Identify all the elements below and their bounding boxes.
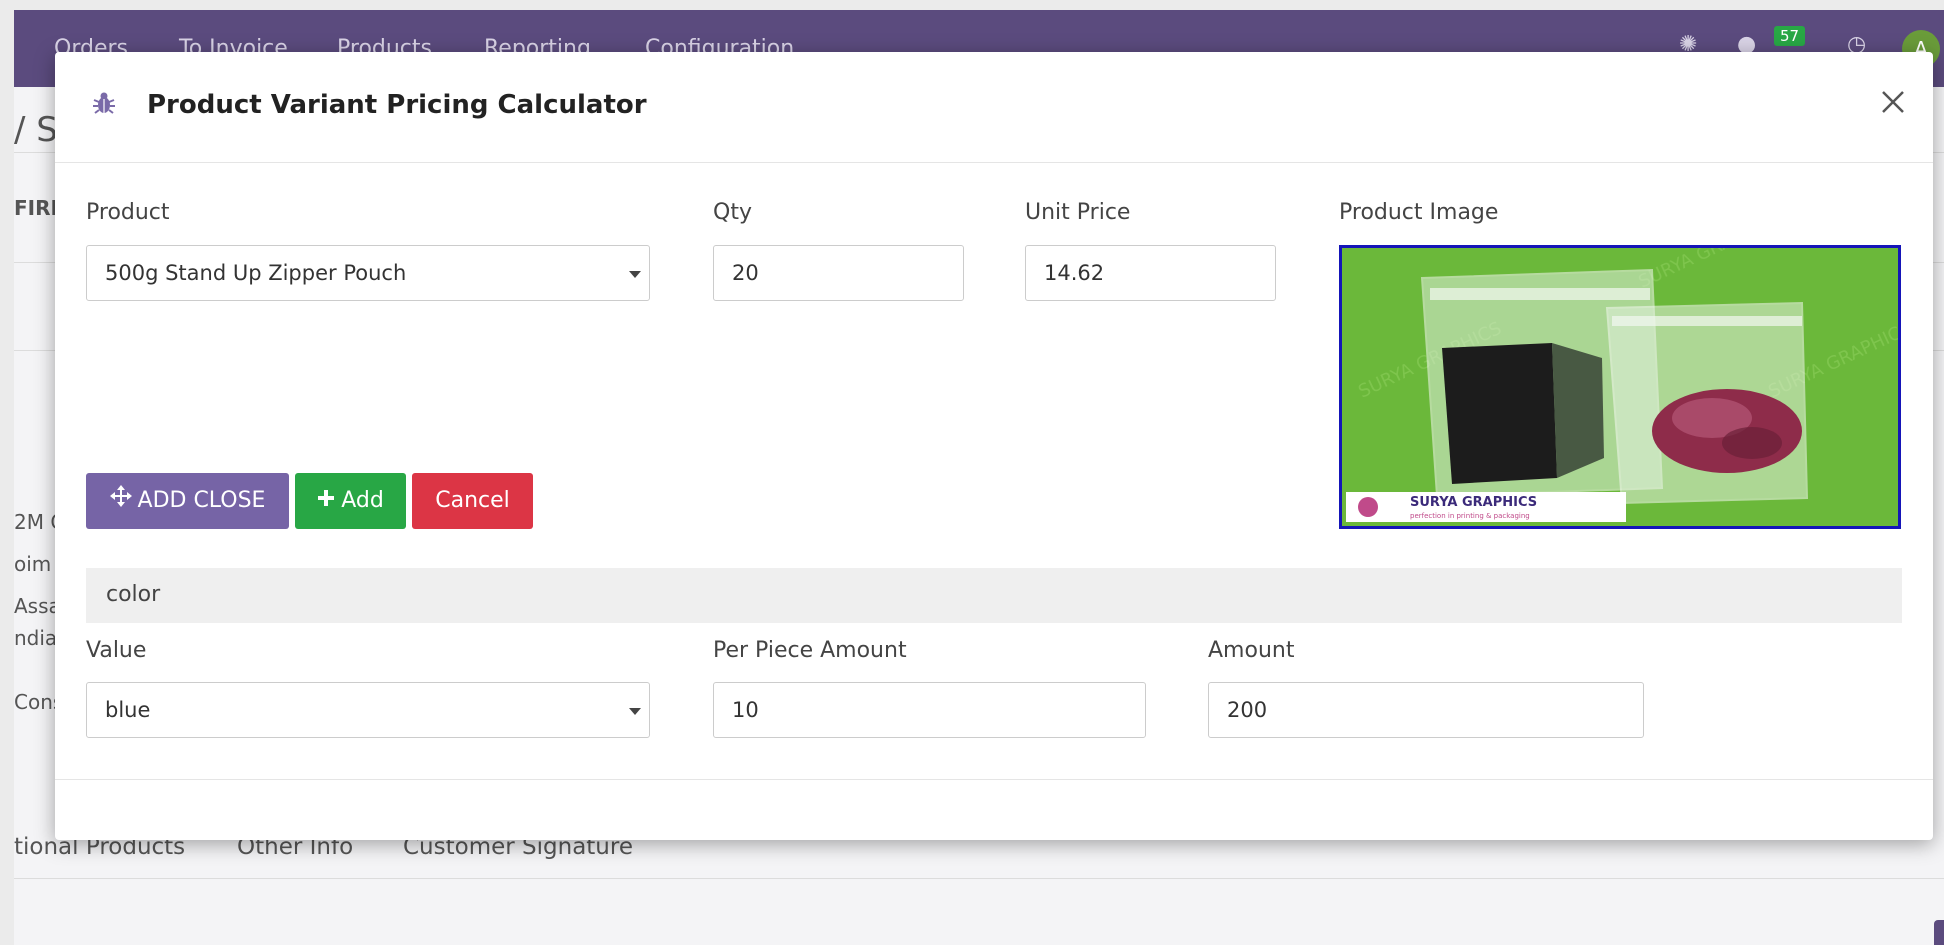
amount-input[interactable]: 200 [1208, 682, 1644, 738]
breadcrumb-fragment: / S [14, 110, 58, 150]
close-icon[interactable] [1873, 82, 1913, 122]
messages-count-badge: 57 [1774, 26, 1806, 46]
amount-value: 200 [1227, 698, 1268, 722]
qty-label: Qty [713, 200, 752, 225]
brand-tagline: perfection in printing & packaging [1410, 512, 1530, 520]
product-label: Product [86, 200, 170, 225]
chevron-down-icon [629, 271, 641, 278]
product-image-label: Product Image [1339, 200, 1499, 225]
product-image: SURYA GRAPHICS SURYA GRAPHICS SURYA GRAP… [1339, 245, 1901, 529]
attribute-value-select[interactable]: blue [86, 682, 650, 738]
add-close-button[interactable]: ADD CLOSE [86, 473, 289, 529]
per-piece-amount-label: Per Piece Amount [713, 638, 907, 663]
per-piece-amount-input[interactable]: 10 [713, 682, 1146, 738]
per-piece-amount-value: 10 [732, 698, 759, 722]
status-fragment: FIRI [14, 196, 58, 220]
chevron-down-icon [629, 708, 641, 715]
dialog-header: Product Variant Pricing Calculator [55, 52, 1933, 163]
add-button-label: Add [341, 488, 384, 513]
pricing-calculator-dialog: Product Variant Pricing Calculator Produ… [55, 52, 1933, 840]
partial-button[interactable] [1934, 920, 1944, 945]
add-close-button-label: ADD CLOSE [137, 488, 266, 513]
move-arrows-icon [109, 473, 132, 529]
unit-price-input-value: 14.62 [1044, 261, 1105, 285]
address-line: ndia [14, 626, 58, 650]
brand-logo-text: SURYA GRAPHICS [1410, 495, 1537, 510]
attribute-name: color [106, 582, 161, 607]
plus-icon [317, 473, 335, 529]
product-select-value: 500g Stand Up Zipper Pouch [105, 261, 407, 285]
dialog-footer-divider [55, 779, 1933, 780]
unit-price-label: Unit Price [1025, 200, 1131, 225]
attribute-value-select-value: blue [105, 698, 151, 722]
cancel-button[interactable]: Cancel [412, 473, 533, 529]
bug-icon [93, 92, 115, 114]
product-photo: SURYA GRAPHICS SURYA GRAPHICS SURYA GRAP… [1342, 248, 1898, 526]
qty-input-value: 20 [732, 261, 759, 285]
dialog-title: Product Variant Pricing Calculator [147, 90, 647, 120]
divider [14, 878, 1944, 879]
amount-label: Amount [1208, 638, 1295, 663]
attribute-header: color [86, 568, 1902, 623]
add-button[interactable]: Add [295, 473, 406, 529]
product-select[interactable]: 500g Stand Up Zipper Pouch [86, 245, 650, 301]
address-line: Assa [14, 594, 61, 618]
cancel-button-label: Cancel [435, 488, 510, 513]
unit-price-input[interactable]: 14.62 [1025, 245, 1276, 301]
address-line: oim [14, 552, 52, 576]
value-label: Value [86, 638, 147, 663]
qty-input[interactable]: 20 [713, 245, 964, 301]
